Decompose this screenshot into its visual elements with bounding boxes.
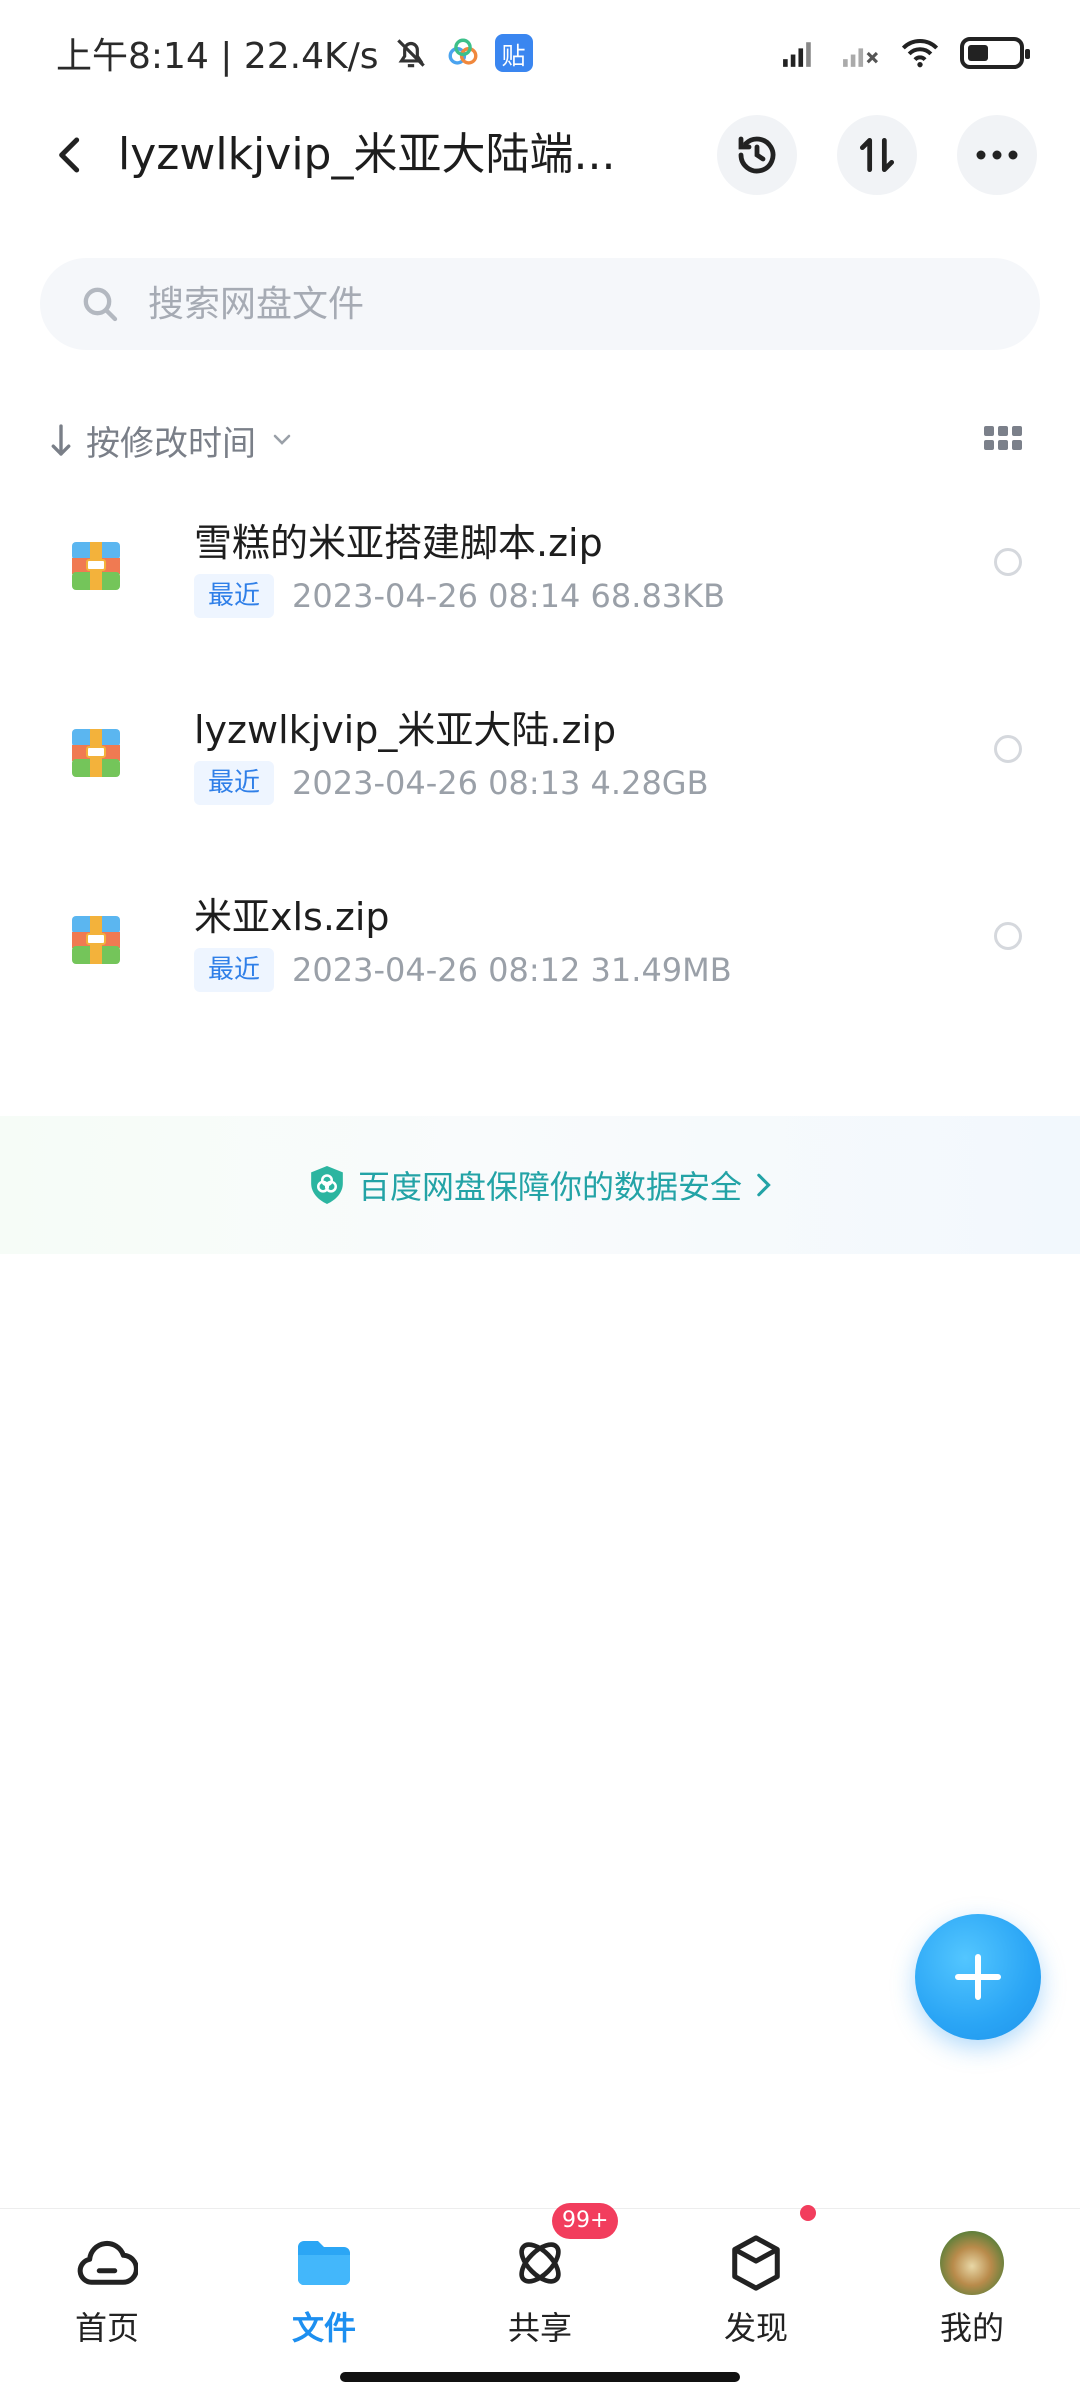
zip-file-icon (72, 729, 120, 777)
signal-no-service-icon (840, 33, 880, 73)
nav-profile-label: 我的 (939, 2309, 1004, 2347)
avatar-icon (940, 2231, 1004, 2295)
chevron-right-icon (757, 1173, 771, 1197)
plus-icon (955, 1954, 1001, 2000)
select-checkbox[interactable] (994, 922, 1022, 950)
recent-tag: 最近 (194, 948, 275, 992)
search-bar[interactable] (40, 258, 1040, 350)
home-indicator[interactable] (340, 2372, 740, 2382)
nav-discover[interactable]: 发现 (681, 2205, 831, 2367)
zip-file-icon (72, 916, 120, 964)
select-checkbox[interactable] (994, 735, 1022, 763)
sort-row: 按修改时间 (0, 410, 1080, 470)
nav-share[interactable]: 99+ 共享 (465, 2203, 619, 2367)
file-meta: 最近 2023-04-26 08:13 4.28GB (194, 761, 709, 805)
file-date-size: 2023-04-26 08:13 4.28GB (292, 764, 709, 802)
history-button[interactable] (717, 115, 797, 195)
wifi-icon (900, 33, 940, 73)
back-button[interactable] (40, 125, 100, 185)
cloud-icon (75, 2231, 139, 2295)
page-title: lyzwlkjvip_米亚大陆端... (118, 129, 616, 180)
nav-share-label: 共享 (507, 2309, 572, 2347)
avatar (940, 2231, 1004, 2295)
file-name: 雪糕的米亚搭建脚本.zip (194, 521, 603, 565)
file-name: lyzwlkjvip_米亚大陆.zip (194, 708, 617, 752)
header: lyzwlkjvip_米亚大陆端... (0, 110, 1080, 200)
cube-icon (724, 2205, 816, 2295)
nav-profile[interactable]: 我的 (897, 2227, 1047, 2367)
signal-hd-icon (780, 33, 820, 73)
battery-icon (960, 37, 1030, 69)
search-icon (78, 282, 122, 326)
file-date-size: 2023-04-26 08:14 68.83KB (292, 577, 726, 615)
add-button[interactable] (915, 1914, 1041, 2040)
status-bar: 上午8:14 | 22.4K/s 贴 (0, 0, 1080, 100)
file-name: 米亚xls.zip (194, 895, 390, 939)
sort-down-arrow-icon (51, 424, 71, 456)
transfer-button[interactable] (837, 115, 917, 195)
recent-tag: 最近 (194, 761, 275, 805)
file-meta: 最近 2023-04-26 08:14 68.83KB (194, 574, 725, 618)
file-row[interactable]: lyzwlkjvip_米亚大陆.zip 最近 2023-04-26 08:13 … (0, 689, 1080, 876)
status-right (780, 30, 1030, 76)
security-text: 百度网盘保障你的数据安全 (357, 1168, 742, 1206)
nav-files[interactable]: 文件 (249, 2227, 399, 2367)
file-list: 雪糕的米亚搭建脚本.zip 最近 2023-04-26 08:14 68.83K… (0, 502, 1080, 1063)
sort-button[interactable]: 按修改时间 (50, 410, 294, 470)
nav-files-label: 文件 (291, 2309, 356, 2347)
baidu-netdisk-icon (443, 33, 483, 73)
select-checkbox[interactable] (994, 548, 1022, 576)
nav-discover-label: 发现 (723, 2309, 788, 2347)
search-input[interactable] (146, 282, 950, 326)
security-banner[interactable]: 百度网盘保障你的数据安全 (0, 1116, 1080, 1254)
grid-view-icon (984, 426, 994, 436)
file-row[interactable]: 雪糕的米亚搭建脚本.zip 最近 2023-04-26 08:14 68.83K… (0, 502, 1080, 689)
nav-home-label: 首页 (74, 2309, 139, 2347)
file-meta: 最近 2023-04-26 08:12 31.49MB (194, 948, 732, 992)
more-button[interactable] (957, 115, 1037, 195)
zip-file-icon (72, 542, 120, 590)
atom-icon: 99+ (508, 2203, 619, 2295)
folder-icon (292, 2231, 356, 2295)
nav-home[interactable]: 首页 (32, 2227, 182, 2367)
recent-tag: 最近 (194, 574, 275, 618)
grid-view-button[interactable] (984, 422, 1024, 458)
status-time-speed: 上午8:14 | 22.4K/s (56, 36, 379, 77)
battery-fill (968, 45, 988, 61)
tieba-icon: 贴 (494, 34, 533, 72)
shield-icon (311, 1166, 343, 1204)
status-left: 上午8:14 | 22.4K/s 贴 (56, 28, 533, 78)
chevron-down-icon (273, 434, 291, 445)
sort-label: 按修改时间 (86, 423, 256, 464)
file-date-size: 2023-04-26 08:12 31.49MB (292, 951, 732, 989)
share-badge: 99+ (552, 2203, 619, 2239)
bell-muted-icon (391, 33, 431, 73)
notification-dot (800, 2205, 816, 2221)
file-row[interactable]: 米亚xls.zip 最近 2023-04-26 08:12 31.49MB (0, 876, 1080, 1063)
